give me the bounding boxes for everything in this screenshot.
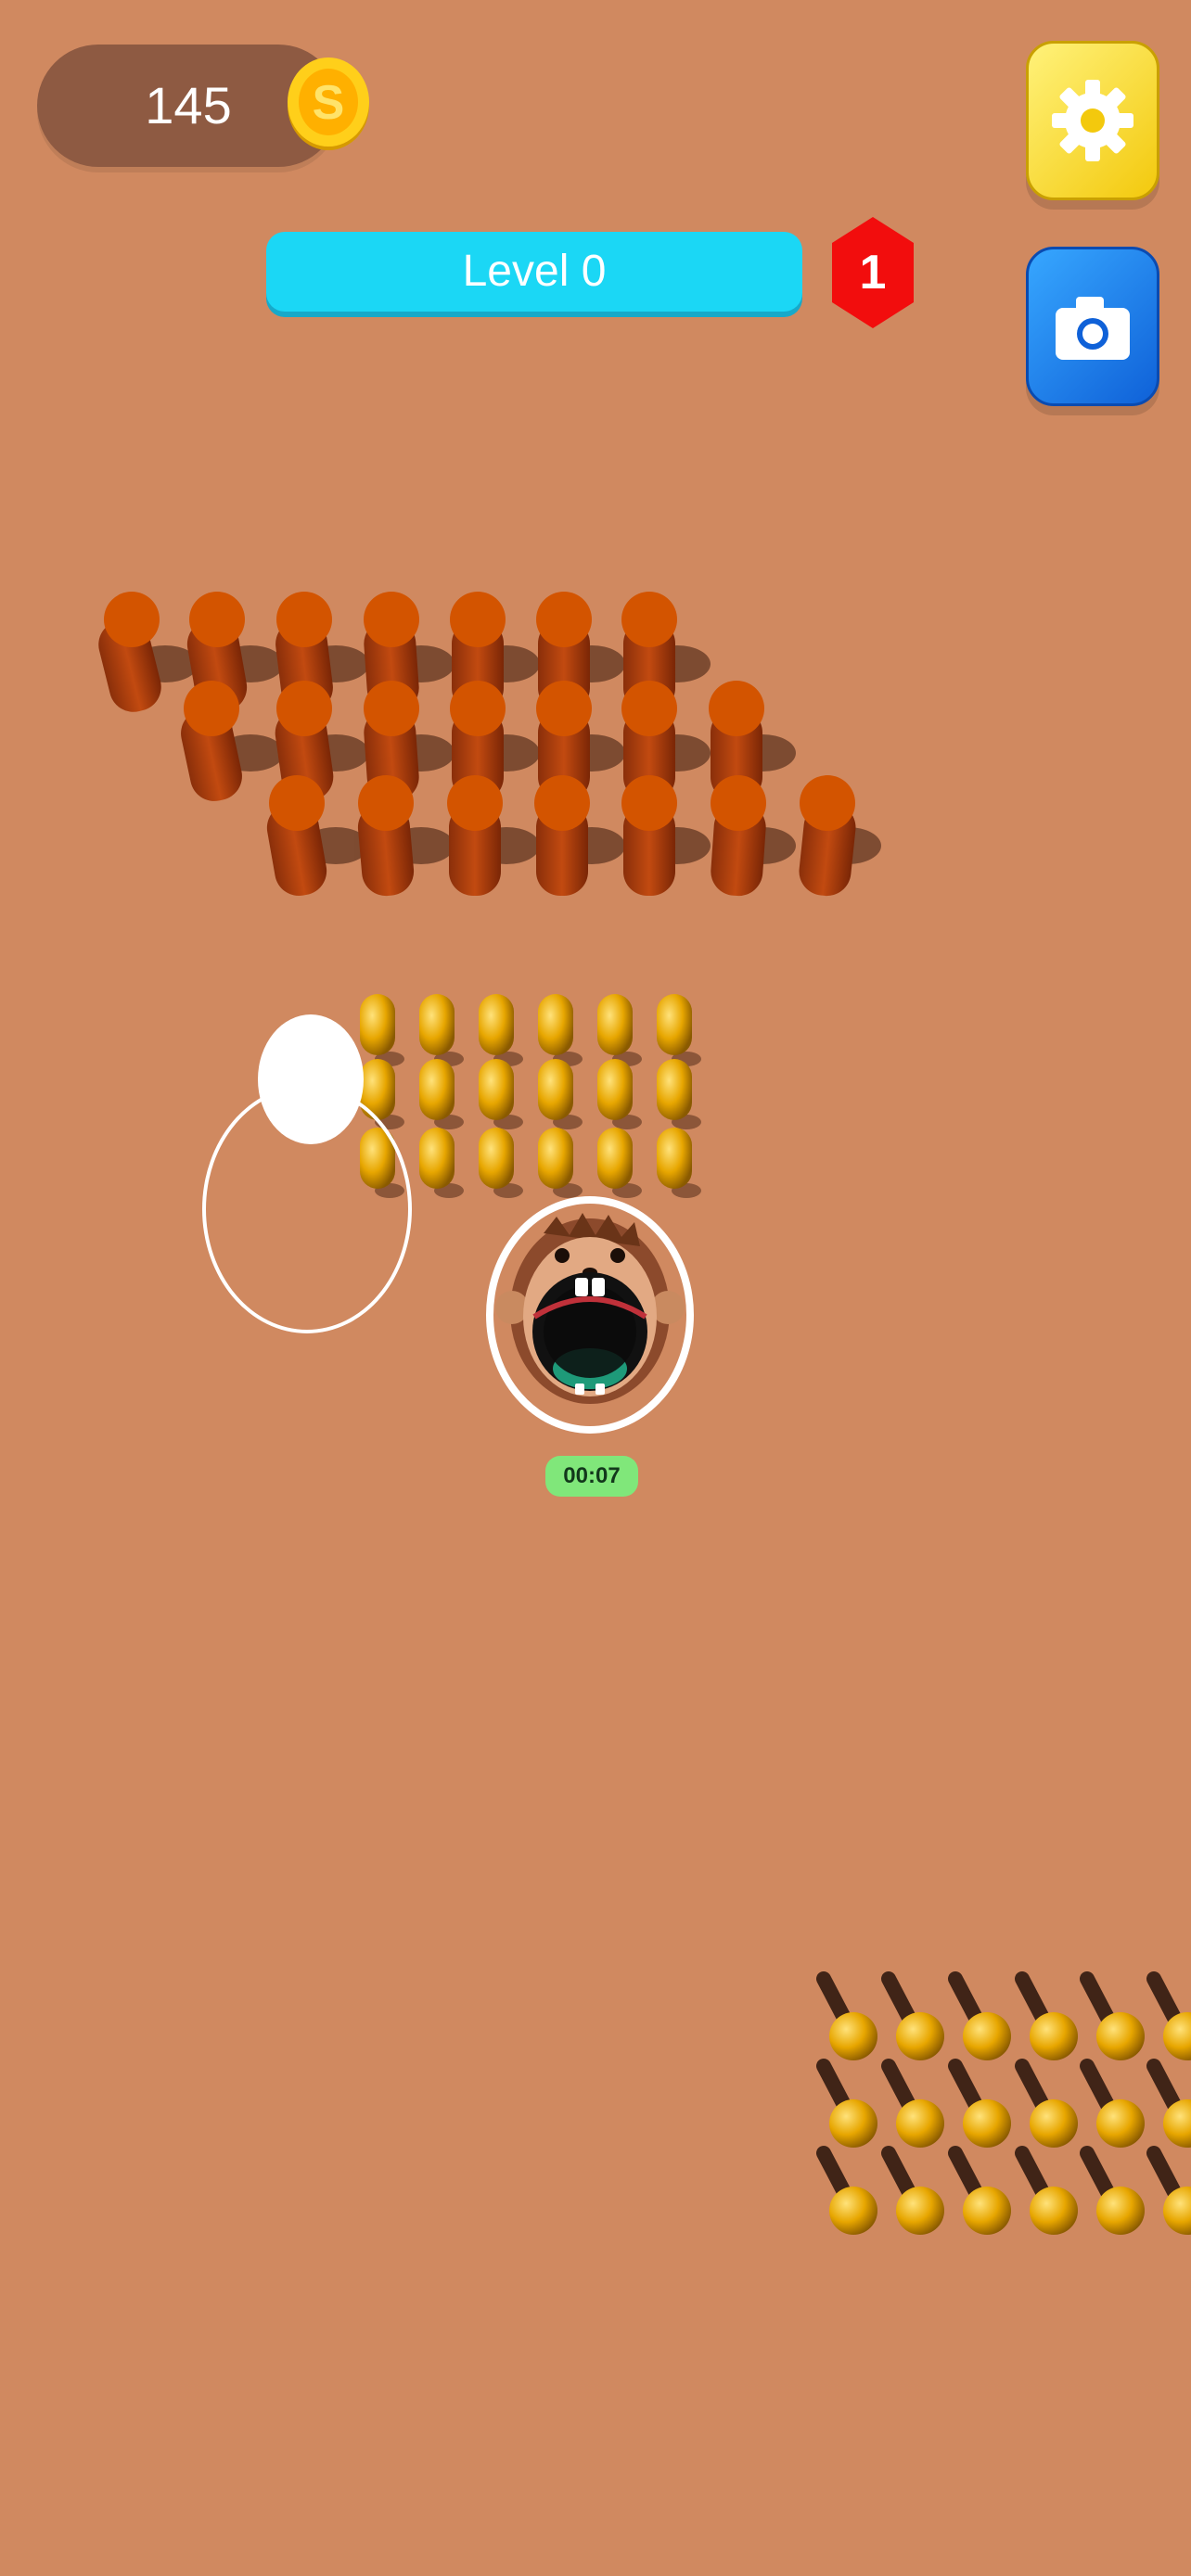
joystick-knob[interactable]	[258, 1014, 364, 1144]
gold-ball-cluster	[816, 1971, 1191, 2235]
game-field[interactable]	[0, 0, 1191, 2576]
timer-badge: 00:07	[545, 1456, 638, 1497]
gold-piece-cluster	[360, 994, 701, 1198]
log-cluster	[98, 592, 881, 897]
player-hole	[486, 1196, 694, 1434]
